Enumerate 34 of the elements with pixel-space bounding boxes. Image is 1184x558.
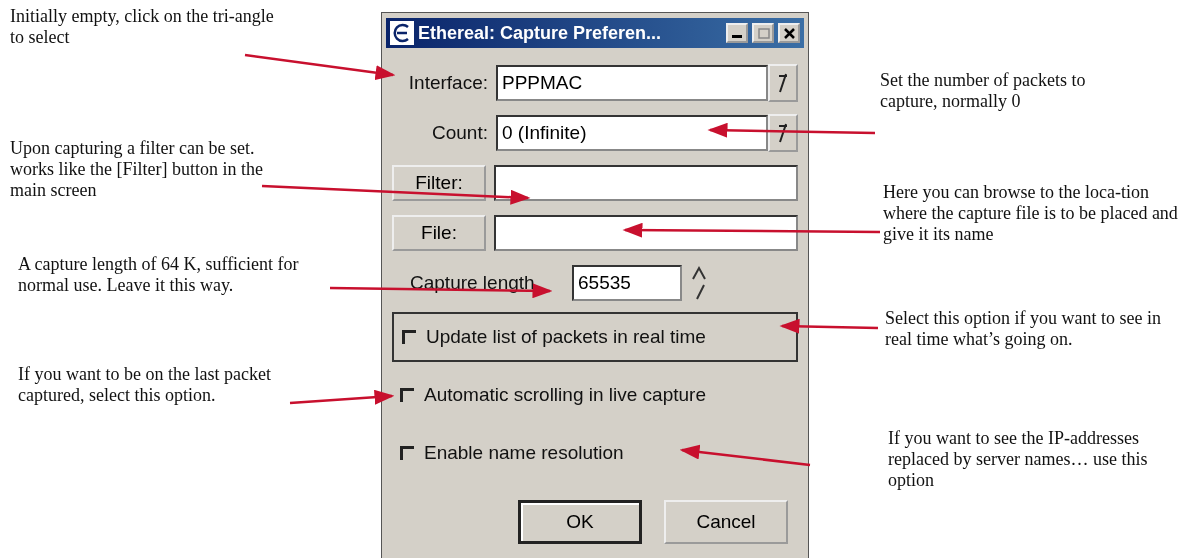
text-field[interactable] <box>494 165 798 201</box>
field-label: Capture length <box>409 272 536 294</box>
browse-button[interactable]: File: <box>392 215 486 251</box>
close-button[interactable] <box>778 23 800 43</box>
checkbox-label: Enable name resolution <box>424 442 624 464</box>
dropdown-button[interactable] <box>768 114 798 152</box>
text-field[interactable] <box>494 215 798 251</box>
triangle-icon <box>777 72 789 94</box>
minimize-button[interactable] <box>726 23 748 43</box>
combo-field[interactable]: 0 (Infinite) <box>496 115 768 151</box>
app-icon <box>390 21 414 45</box>
annotation-text: A capture length of 64 K, sufficient for normal use. Leave it this way. <box>18 254 300 296</box>
triangle-icon <box>777 122 789 144</box>
combo-field[interactable]: PPPMAC <box>496 65 768 101</box>
dropdown-button[interactable] <box>768 64 798 102</box>
minimize-icon <box>732 35 742 38</box>
ok-button[interactable]: OK <box>518 500 642 544</box>
annotation-text: Set the number of packets to capture, normally 0 <box>880 70 1087 112</box>
maximize-icon <box>755 25 771 41</box>
browse-button[interactable]: Filter: <box>392 165 486 201</box>
annotation-text: If you want to see the IP-addresses replaced by server names… use this option <box>888 428 1149 491</box>
annotation-text: Here you can browse to the loca-tion where the capture file is to be placed and give it its name <box>883 182 1179 245</box>
spin-field[interactable]: 65535 <box>572 265 682 301</box>
cancel-button[interactable]: Cancel <box>664 500 788 544</box>
checkbox-label: Automatic scrolling in live capture <box>424 384 706 406</box>
annotation-text: Upon capturing a filter can be set. works like the [Filter] button in the main screen <box>10 138 264 201</box>
annotation-text: Select this option if you want to see in real time what’s going on. <box>885 308 1162 350</box>
close-icon <box>781 25 797 41</box>
field-label: Interface: <box>407 72 489 94</box>
annotation-text: If you want to be on the last packet captured, select this option. <box>18 364 272 406</box>
window-title: Ethereal: Capture Preferen... <box>418 22 663 44</box>
annotation-text: Initially empty, click on the tri-angle to select <box>10 6 275 48</box>
checkbox-label: Update list of packets in real time <box>426 326 706 348</box>
field-label: Count: <box>431 122 489 144</box>
